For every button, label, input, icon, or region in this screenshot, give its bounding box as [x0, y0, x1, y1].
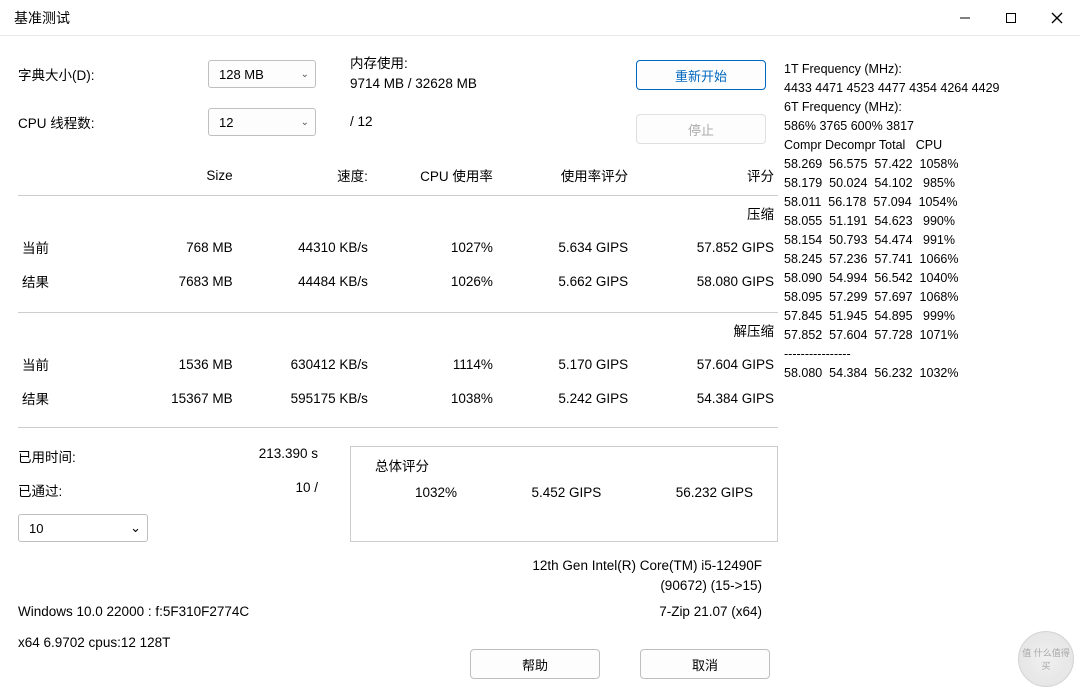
passes-value: 10 / — [295, 480, 318, 500]
cpu-name: 12th Gen Intel(R) Core(TM) i5-12490F — [18, 556, 762, 576]
col-rating: 使用率评分 — [497, 158, 632, 196]
stop-button: 停止 — [636, 114, 766, 144]
overall-label: 总体评分 — [375, 455, 753, 475]
overall-rating: 5.452 GIPS — [531, 485, 601, 500]
overall-score-box: 总体评分 1032% 5.452 GIPS 56.232 GIPS — [350, 446, 778, 542]
table-row: 结果 7683 MB 44484 KB/s 1026% 5.662 GIPS 5… — [18, 264, 778, 298]
memory-label: 内存使用: — [350, 54, 477, 74]
close-button[interactable] — [1034, 0, 1080, 36]
chevron-down-icon: ⌄ — [130, 520, 141, 536]
threads-label: CPU 线程数: — [18, 112, 208, 132]
frequency-log: 1T Frequency (MHz): 4433 4471 4523 4477 … — [784, 54, 1062, 683]
chevron-down-icon: ⌄ — [301, 117, 309, 128]
passes-label: 已通过: — [18, 480, 62, 500]
compress-section: 压缩 — [18, 196, 778, 231]
table-header-row: Size 速度: CPU 使用率 使用率评分 评分 — [18, 158, 778, 196]
table-row: 当前 1536 MB 630412 KB/s 1114% 5.170 GIPS … — [18, 347, 778, 381]
table-row: 当前 768 MB 44310 KB/s 1027% 5.634 GIPS 57… — [18, 230, 778, 264]
watermark-icon: 值 什么值得买 — [1018, 631, 1074, 687]
arch-info: x64 6.9702 cpus:12 128T — [18, 635, 778, 650]
results-table: Size 速度: CPU 使用率 使用率评分 评分 压缩 当前 768 MB 4… — [18, 158, 778, 415]
window-title: 基准测试 — [14, 8, 70, 28]
app-info: 7-Zip 21.07 (x64) — [659, 604, 762, 619]
window-controls — [942, 0, 1080, 36]
threads-select[interactable]: 12 ⌄ — [208, 108, 316, 136]
restart-button[interactable]: 重新开始 — [636, 60, 766, 90]
os-info: Windows 10.0 22000 : f:5F310F2774C — [18, 604, 249, 619]
decompress-section: 解压缩 — [18, 313, 778, 348]
cpu-detail: (90672) (15->15) — [18, 576, 762, 596]
threads-total: / 12 — [350, 112, 373, 132]
elapsed-time-label: 已用时间: — [18, 446, 76, 466]
overall-cpu: 1032% — [415, 485, 457, 500]
cancel-button[interactable]: 取消 — [640, 649, 770, 679]
memory-value: 9714 MB / 32628 MB — [350, 74, 477, 94]
overall-total: 56.232 GIPS — [676, 485, 753, 500]
threads-value: 12 — [219, 115, 233, 130]
col-total: 评分 — [632, 158, 778, 196]
dict-size-value: 128 MB — [219, 67, 264, 82]
dict-size-label: 字典大小(D): — [18, 64, 208, 84]
table-row: 结果 15367 MB 595175 KB/s 1038% 5.242 GIPS… — [18, 381, 778, 415]
elapsed-time-value: 213.390 s — [259, 446, 318, 466]
titlebar: 基准测试 — [0, 0, 1080, 36]
col-speed: 速度: — [237, 158, 372, 196]
dict-size-select[interactable]: 128 MB ⌄ — [208, 60, 316, 88]
chevron-down-icon: ⌄ — [301, 69, 309, 80]
minimize-button[interactable] — [942, 0, 988, 36]
col-cpu: CPU 使用率 — [372, 158, 497, 196]
help-button[interactable]: 帮助 — [470, 649, 600, 679]
passes-limit-select[interactable]: 10 ⌄ — [18, 514, 148, 542]
col-size: Size — [112, 158, 237, 196]
maximize-button[interactable] — [988, 0, 1034, 36]
